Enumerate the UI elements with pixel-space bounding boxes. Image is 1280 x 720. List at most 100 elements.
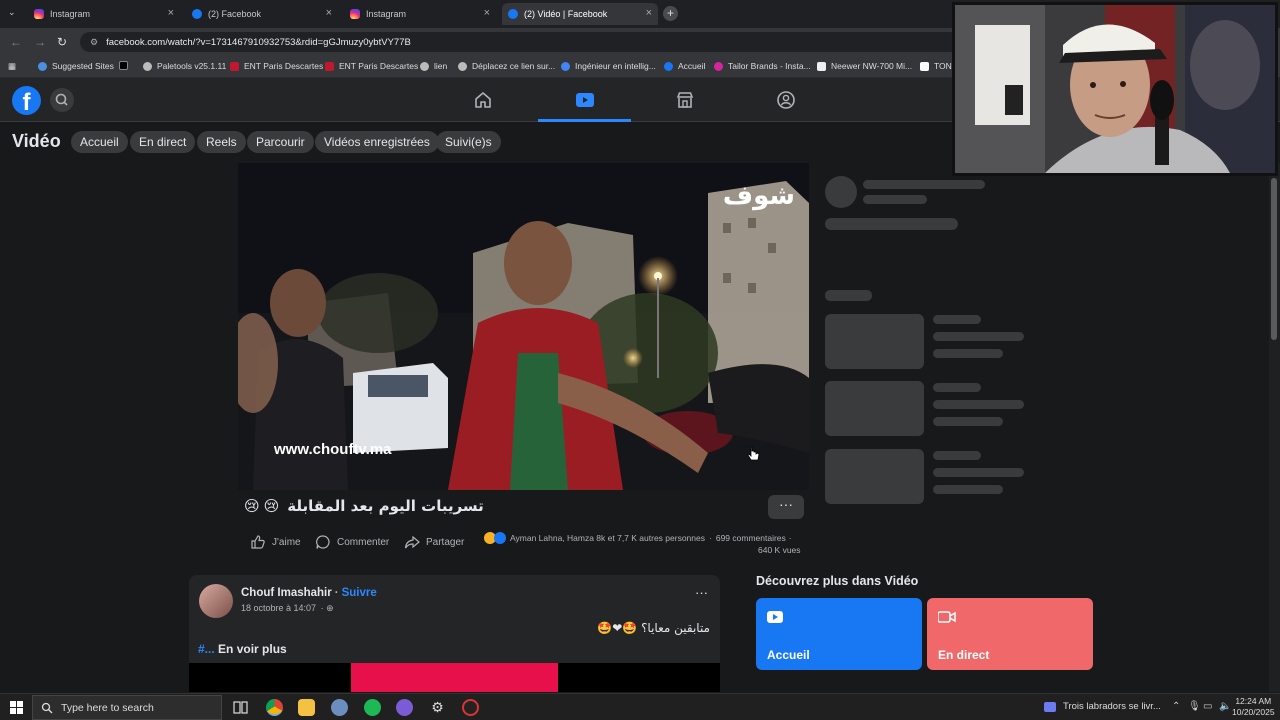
post-author: Chouf Imashahir · Suivre [241, 587, 377, 599]
search-icon [55, 93, 68, 106]
browser-tab-instagram-2[interactable]: Instagram × [344, 3, 496, 25]
discover-card-en-direct[interactable]: En direct [927, 598, 1093, 670]
skeleton-line [825, 218, 958, 230]
instagram-icon [714, 61, 723, 71]
share-icon [404, 535, 420, 549]
chevron-up-icon[interactable]: ⌃ [1172, 701, 1180, 712]
video-icon[interactable] [574, 90, 596, 110]
bookmark-x[interactable] [119, 61, 133, 70]
more-options-button[interactable]: ··· [695, 585, 708, 600]
network-icon[interactable]: ▭ [1203, 701, 1212, 712]
bookmark-lien[interactable]: lien [420, 61, 447, 71]
bookmark-ingenieur[interactable]: Ingénieur en intellig... [561, 61, 656, 71]
system-clock[interactable]: 12:24 AM 10/20/2025 [1232, 696, 1275, 718]
facebook-icon [664, 61, 673, 71]
app-icon[interactable] [331, 699, 348, 716]
microphone-icon[interactable]: 🎙 [1188, 701, 1201, 712]
new-tab-button[interactable]: + [663, 6, 678, 21]
reload-icon[interactable]: ↻ [57, 35, 67, 49]
marketplace-icon[interactable] [675, 90, 695, 110]
search-button[interactable] [50, 88, 74, 112]
browser-tab-instagram-1[interactable]: Instagram × [28, 3, 180, 25]
address-bar[interactable]: ⚙ facebook.com/watch/?v=1731467910932753… [80, 32, 960, 52]
bookmark-ent-2[interactable]: ENT Paris Descartes [325, 61, 418, 71]
comment-button[interactable]: Commenter [315, 534, 389, 550]
skeleton-line [825, 290, 872, 301]
home-icon[interactable] [473, 90, 493, 110]
post-timestamp[interactable]: 18 octobre à 14:07 · ⊕ [241, 603, 334, 614]
tab-title: (2) Facebook [208, 9, 262, 19]
groups-icon[interactable] [776, 90, 796, 110]
settings-gear-icon[interactable]: ⚙ [429, 699, 446, 716]
page-scrollbar[interactable] [1269, 163, 1280, 692]
bookmark-accueil[interactable]: Accueil [664, 61, 705, 71]
bookmark-suggested-sites[interactable]: Suggested Sites [38, 61, 114, 71]
discover-title: Découvrez plus dans Vidéo [756, 574, 919, 588]
back-arrow-icon[interactable]: ← [10, 35, 22, 49]
close-icon[interactable]: × [646, 7, 652, 19]
post-media[interactable] [189, 663, 720, 692]
bookmark-ton[interactable]: TON [920, 61, 952, 71]
tab-en-direct[interactable]: En direct [130, 131, 196, 153]
hand-cursor-icon [747, 446, 760, 461]
video-player[interactable]: شوف www.chouftv.ma [238, 163, 809, 490]
close-icon[interactable]: × [168, 7, 174, 19]
bookmark-tailor-brands[interactable]: Tailor Brands - Insta... [714, 61, 811, 71]
task-view-icon[interactable] [232, 699, 249, 716]
see-more-link[interactable]: #... En voir plus [198, 642, 287, 656]
browser-tab-facebook[interactable]: (2) Facebook × [186, 3, 338, 25]
skeleton-line [933, 315, 981, 324]
windows-start-icon[interactable] [10, 701, 23, 714]
url-text: facebook.com/watch/?v=1731467910932753&r… [106, 36, 411, 48]
browser-tab-video-facebook[interactable]: (2) Vidéo | Facebook × [502, 3, 658, 25]
skeleton-line [933, 400, 1024, 409]
facebook-icon [192, 9, 202, 19]
bookmark-ent-1[interactable]: ENT Paris Descartes [230, 61, 323, 71]
webcam-image [955, 5, 1275, 173]
more-options-button[interactable]: ··· [768, 495, 804, 519]
skeleton-line [933, 451, 981, 460]
file-explorer-icon[interactable] [298, 699, 315, 716]
ent-icon [230, 61, 239, 71]
search-icon [41, 702, 53, 713]
chrome-icon[interactable] [266, 699, 283, 716]
hashtag-link[interactable]: #... [198, 642, 215, 656]
tab-list-chevron-icon[interactable]: ⌄ [8, 7, 16, 18]
discord-icon[interactable] [396, 699, 413, 716]
scrollbar-thumb[interactable] [1271, 178, 1277, 340]
skeleton-line [933, 485, 1003, 494]
tab-accueil[interactable]: Accueil [71, 131, 128, 153]
like-button[interactable]: J'aime [250, 534, 301, 550]
skeleton-avatar [825, 176, 857, 208]
globe-icon [143, 61, 152, 71]
author-name[interactable]: Chouf Imashahir [241, 587, 332, 599]
tab-videos-enregistrees[interactable]: Vidéos enregistrées [315, 131, 439, 153]
emoji: 😢 [244, 497, 260, 515]
bookmark-neewer[interactable]: Neewer NW-700 Mi... [817, 61, 912, 71]
skeleton-line [933, 383, 981, 392]
close-icon[interactable]: × [326, 7, 332, 19]
bookmark-paletools[interactable]: Paletools v25.1.11 [143, 61, 226, 71]
windows-taskbar: Type here to search ⚙ Trois labradors se… [0, 693, 1280, 720]
tab-suivis[interactable]: Suivi(e)s [436, 131, 501, 153]
tab-parcourir[interactable]: Parcourir [247, 131, 314, 153]
avatar[interactable] [199, 584, 233, 618]
taskbar-search-input[interactable]: Type here to search [32, 695, 222, 720]
apps-grid-icon[interactable]: ▦ [8, 61, 16, 72]
close-icon[interactable]: × [484, 7, 490, 19]
site-info-icon[interactable]: ⚙ [90, 37, 98, 48]
spotify-icon[interactable] [364, 699, 381, 716]
tab-reels[interactable]: Reels [197, 131, 246, 153]
discover-card-accueil[interactable]: Accueil [756, 598, 922, 670]
obs-icon[interactable] [462, 699, 479, 716]
news-icon [1044, 701, 1056, 712]
bookmark-deplacez[interactable]: Déplacez ce lien sur... [458, 61, 555, 71]
facebook-logo[interactable]: f [12, 86, 41, 115]
forward-arrow-icon[interactable]: → [34, 35, 46, 49]
news-widget[interactable]: Trois labradors se livr... [1044, 701, 1161, 712]
reactions-summary[interactable]: Ayman Lahna, Hamza 8k et 7,7 K autres pe… [484, 532, 792, 544]
volume-icon[interactable]: 🔈 [1219, 701, 1231, 712]
comments-count[interactable]: 699 commentaires [716, 533, 786, 543]
share-button[interactable]: Partager [404, 534, 464, 550]
follow-link[interactable]: Suivre [342, 587, 377, 599]
